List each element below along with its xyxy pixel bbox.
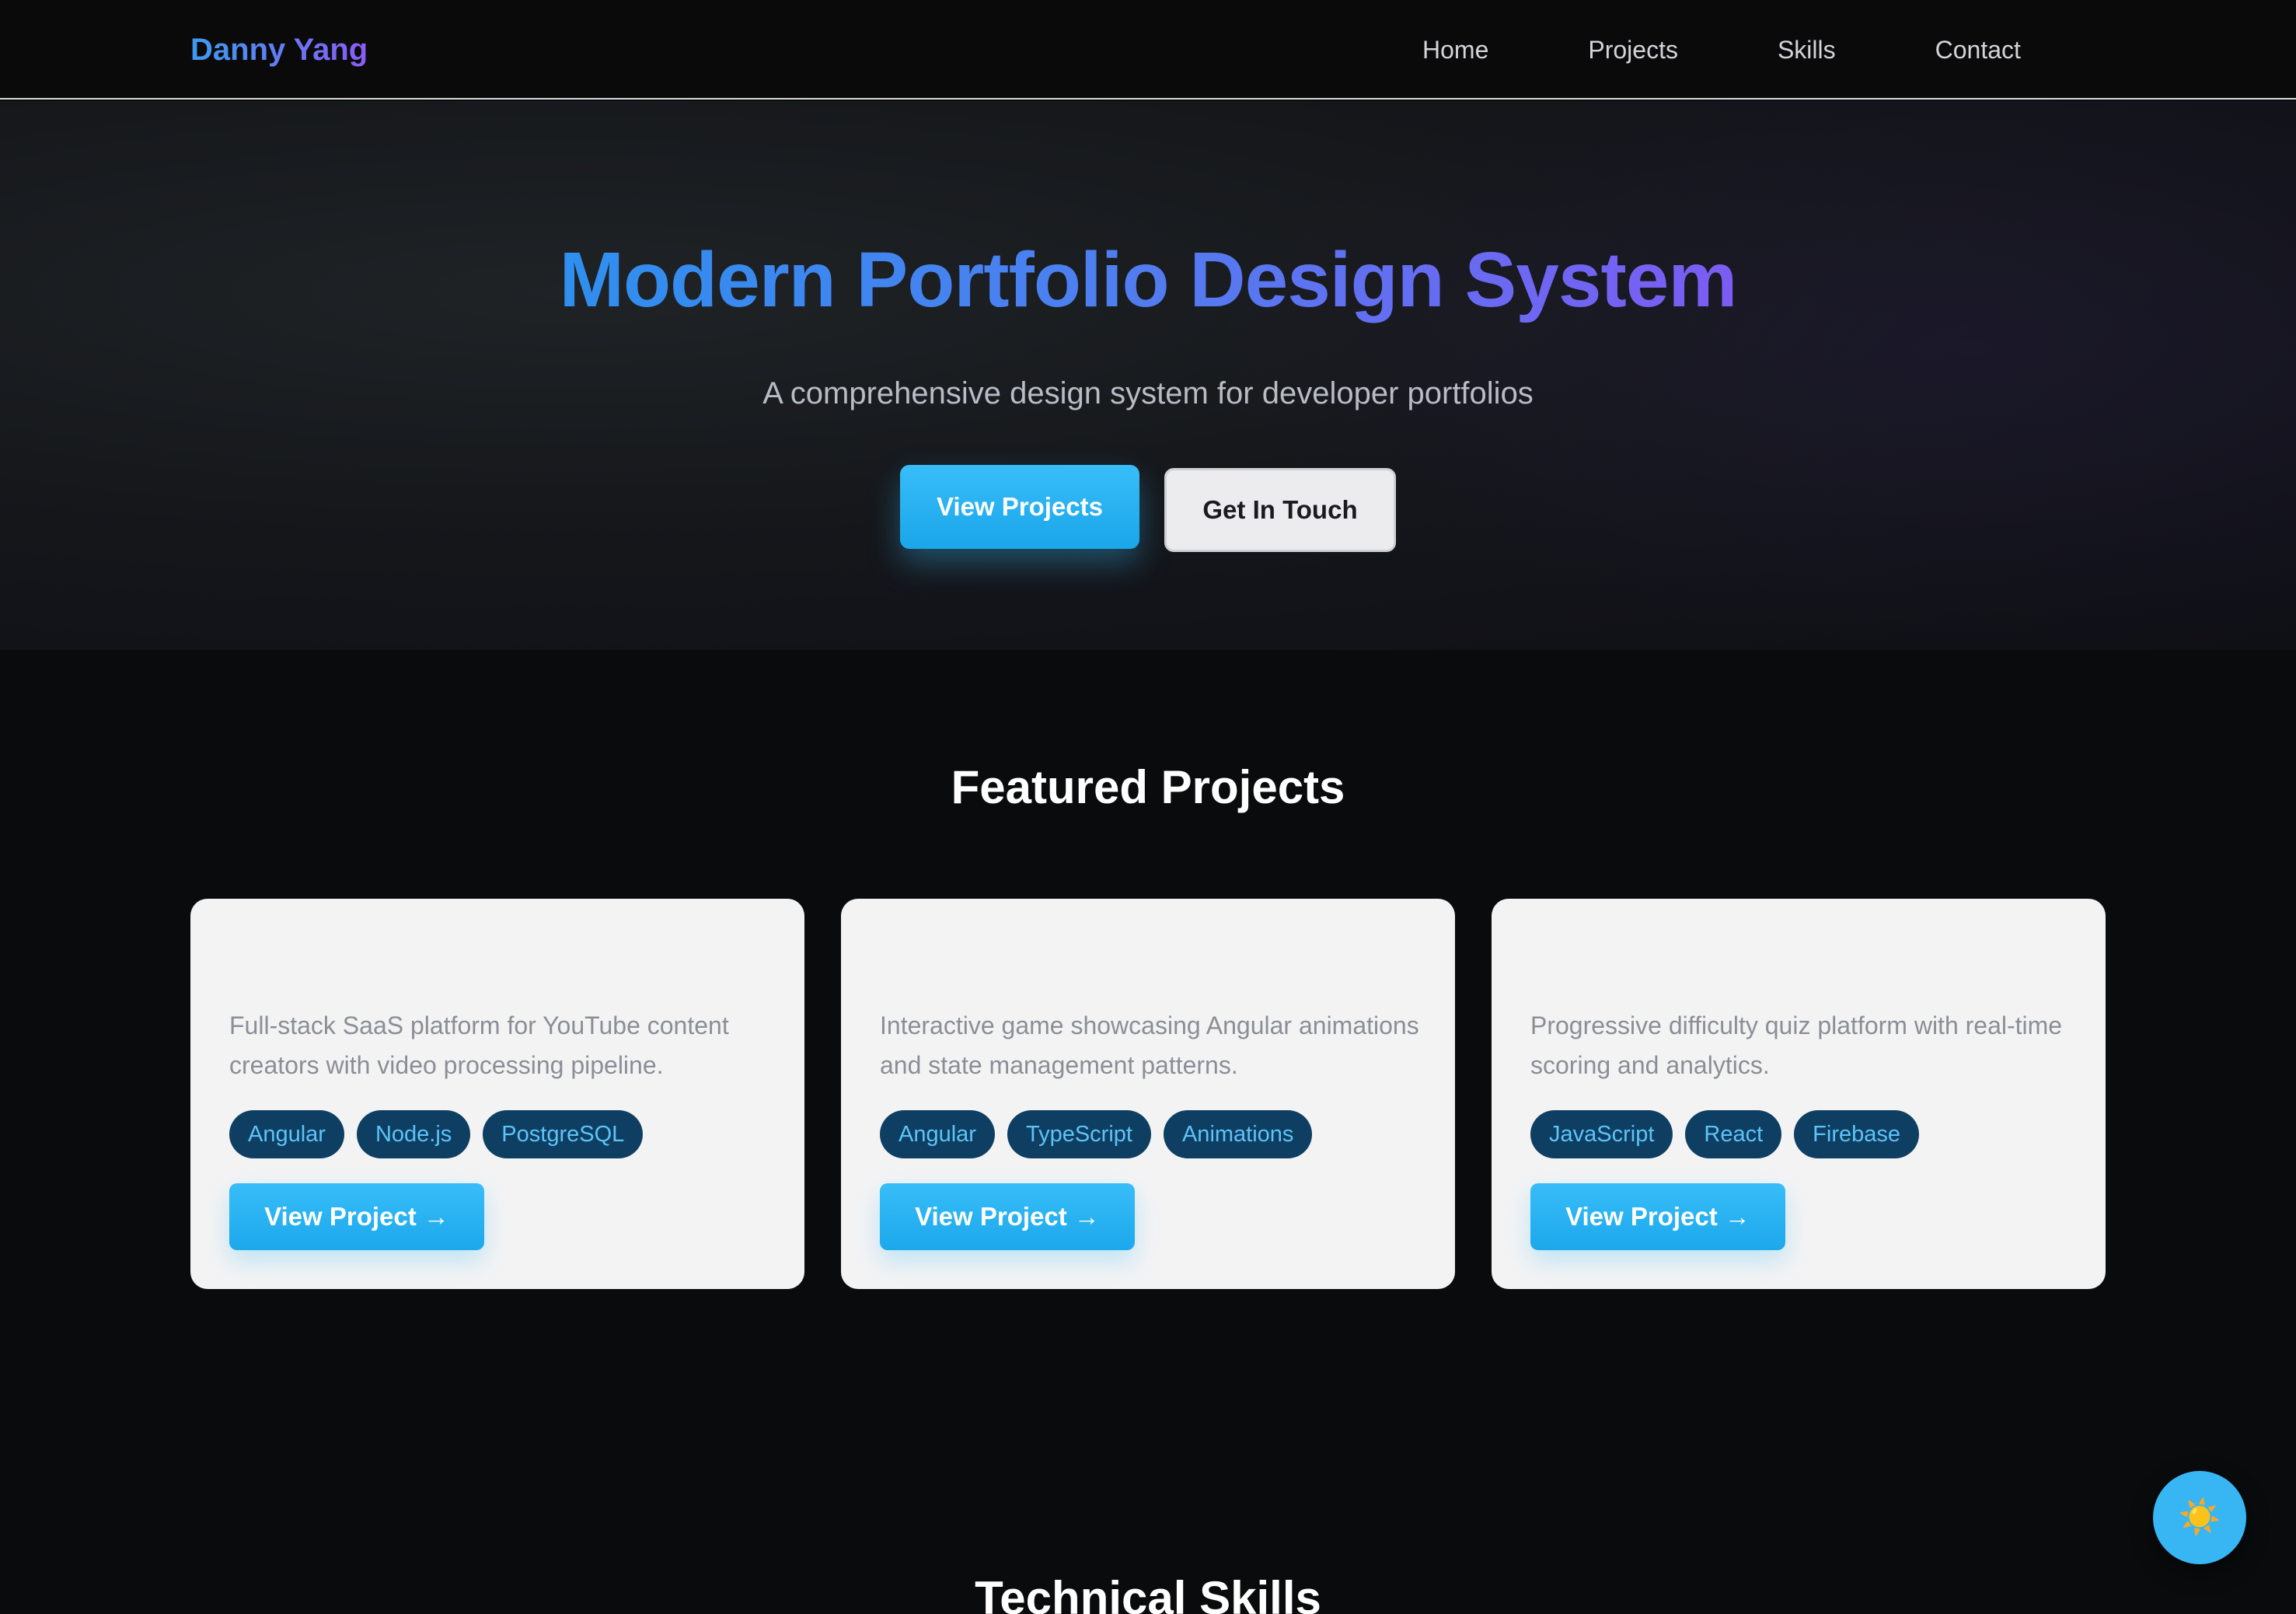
tech-tag: Angular: [880, 1110, 995, 1158]
view-project-button[interactable]: View Project →: [880, 1183, 1135, 1250]
hero-section: Modern Portfolio Design System A compreh…: [0, 101, 2296, 650]
technical-skills-title: Technical Skills: [975, 1572, 1321, 1614]
view-project-button[interactable]: View Project →: [229, 1183, 484, 1250]
brand-logo[interactable]: Danny Yang: [190, 28, 368, 72]
tech-tag: React: [1685, 1110, 1782, 1158]
theme-toggle-button[interactable]: ☀️: [2153, 1471, 2246, 1564]
get-in-touch-button[interactable]: Get In Touch: [1164, 468, 1396, 552]
tech-tags: Angular Node.js PostgreSQL: [229, 1110, 655, 1158]
project-description: Progressive difficulty quiz platform wit…: [1530, 1011, 2063, 1079]
project-card: Progressive difficulty quiz platform wit…: [1492, 899, 2106, 1289]
tech-tag: Angular: [229, 1110, 344, 1158]
project-card: Interactive game showcasing Angular anim…: [841, 899, 1455, 1289]
hero-buttons: View Projects Get In Touch: [0, 465, 2296, 552]
view-projects-button[interactable]: View Projects: [900, 465, 1139, 549]
tech-tag: Node.js: [356, 1110, 471, 1158]
hero-title: Modern Portfolio Design System: [0, 233, 2296, 327]
nav-link-home[interactable]: Home: [1422, 28, 1488, 72]
top-navbar: Danny Yang Home Projects Skills Contact: [0, 0, 2296, 100]
hero-title-text: Modern Portfolio Design System: [559, 236, 1738, 323]
project-cards: Full-stack SaaS platform for YouTube con…: [190, 899, 2106, 1289]
tech-tag: Firebase: [1794, 1110, 1919, 1158]
page: Danny Yang Home Projects Skills Contact …: [0, 0, 2296, 1614]
nav-link-projects[interactable]: Projects: [1588, 28, 1678, 72]
tech-tags: JavaScript React Firebase: [1530, 1110, 1931, 1158]
view-project-button[interactable]: View Project →: [1530, 1183, 1785, 1250]
nav-link-contact[interactable]: Contact: [1935, 28, 2021, 72]
tech-tags: Angular TypeScript Animations: [880, 1110, 1324, 1158]
nav-links: Home Projects Skills Contact: [1422, 28, 2021, 72]
sun-icon: ☀️: [2178, 1498, 2221, 1536]
project-card: Full-stack SaaS platform for YouTube con…: [190, 899, 804, 1289]
nav-link-skills[interactable]: Skills: [1778, 28, 1836, 72]
tech-tag: Animations: [1163, 1110, 1313, 1158]
project-description: Full-stack SaaS platform for YouTube con…: [229, 1011, 729, 1079]
hero-subtitle: A comprehensive design system for develo…: [762, 376, 1534, 410]
tech-tag: TypeScript: [1007, 1110, 1151, 1158]
tech-tag: JavaScript: [1530, 1110, 1673, 1158]
tech-tag: PostgreSQL: [483, 1110, 644, 1158]
project-description: Interactive game showcasing Angular anim…: [880, 1011, 1419, 1079]
featured-projects-title: Featured Projects: [951, 761, 1345, 813]
